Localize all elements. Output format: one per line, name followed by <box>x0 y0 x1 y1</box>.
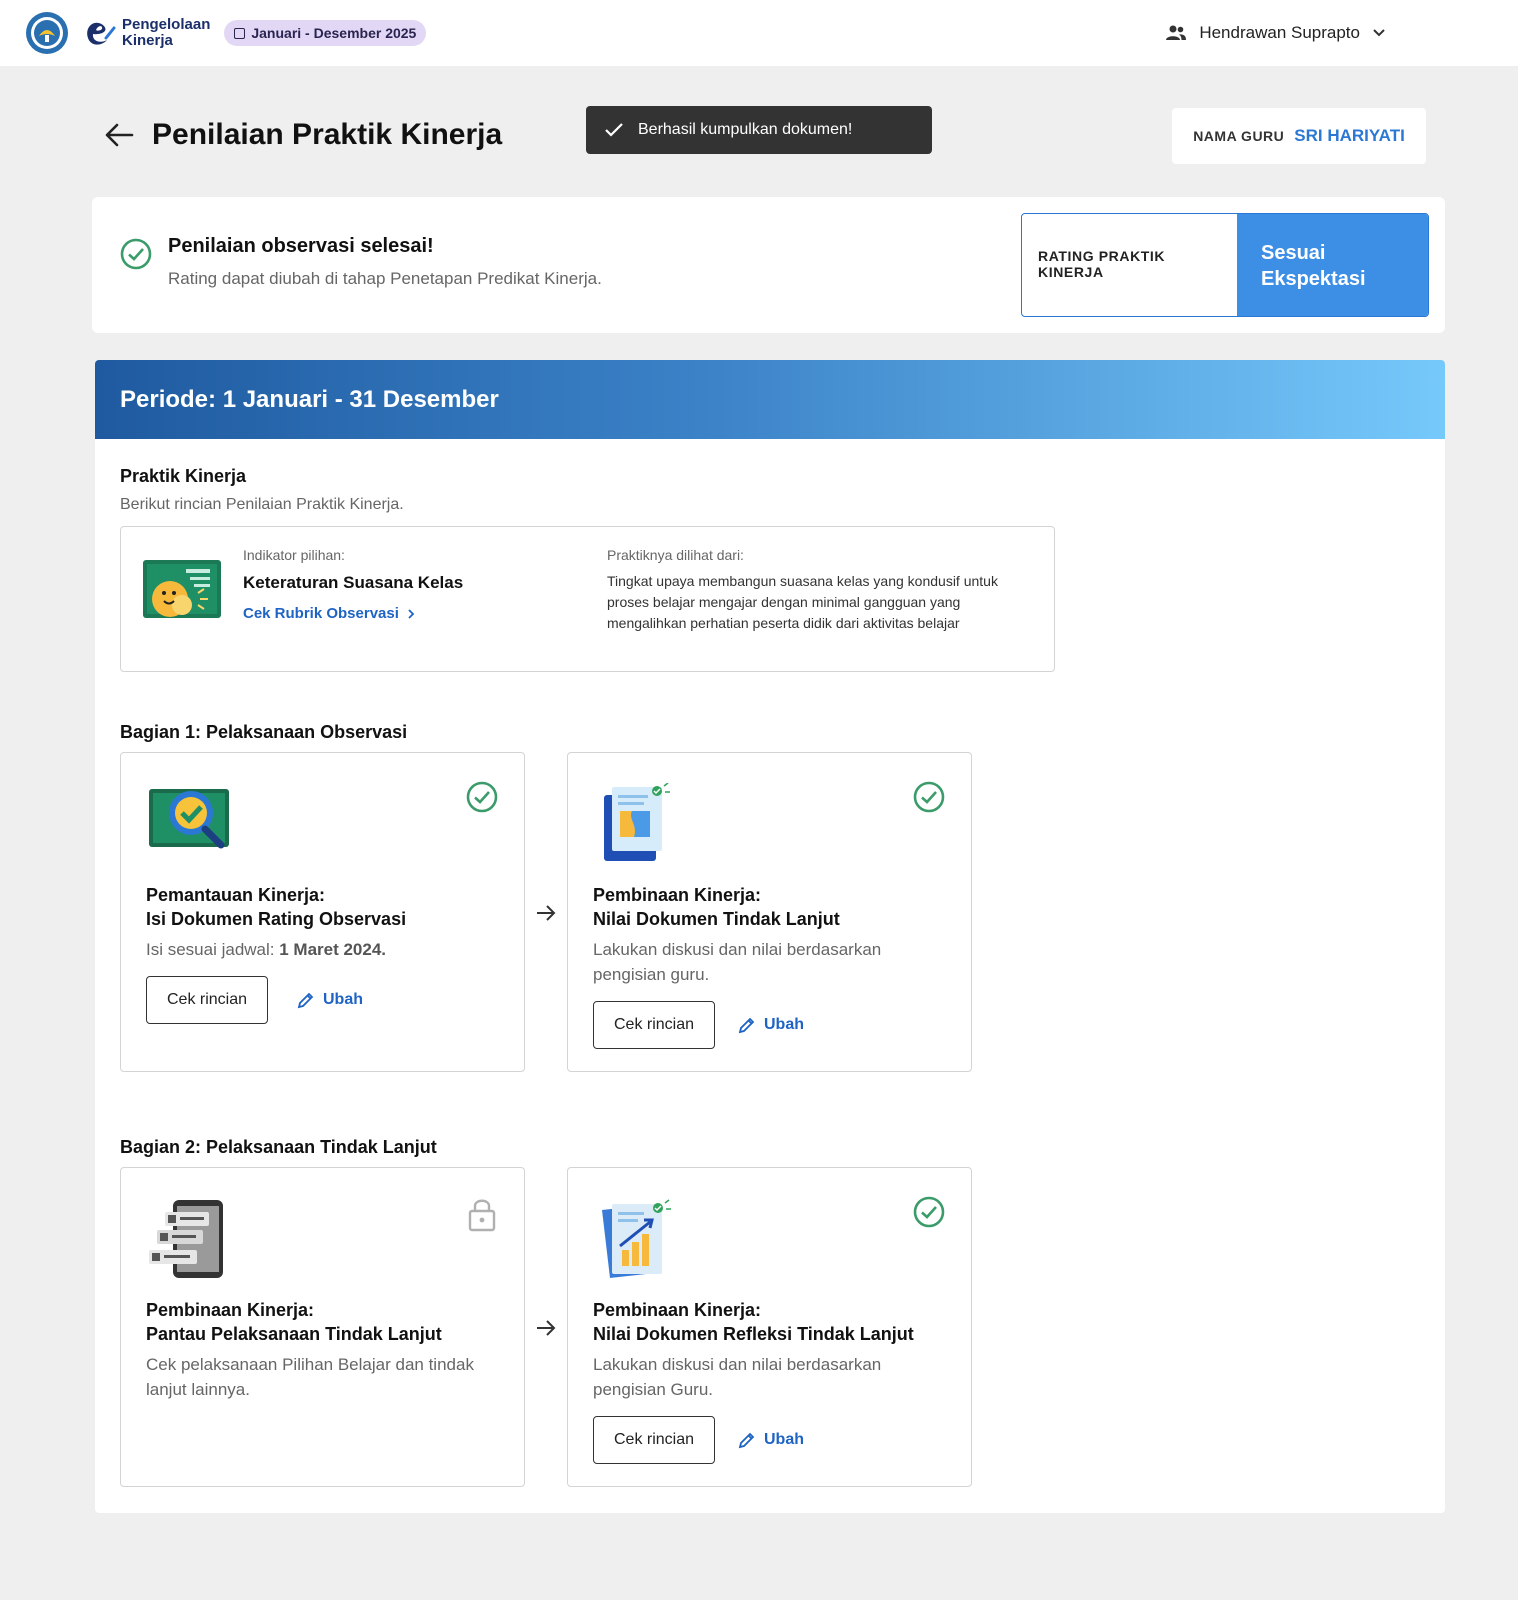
success-toast: Berhasil kumpulkan dokumen! <box>586 106 932 154</box>
practice-title: Praktik Kinerja <box>120 466 247 486</box>
ministry-logo <box>26 12 68 54</box>
checklist-phone-illustration-icon <box>149 1200 223 1278</box>
pencil-icon <box>738 1017 755 1034</box>
rating-box: RATING PRAKTIK KINERJA Sesuai Ekspektasi <box>1021 213 1429 317</box>
app-logo-icon <box>87 22 116 45</box>
chevron-right-icon <box>408 608 415 619</box>
user-name: Hendrawan Suprapto <box>1199 23 1360 42</box>
step-title: Pembinaan Kinerja: Nilai Dokumen Refleks… <box>593 1300 914 1344</box>
top-bar: Pengelolaan Kinerja Januari - Desember 2… <box>0 0 1518 66</box>
step-title: Pemantauan Kinerja: Isi Dokumen Rating O… <box>146 885 407 929</box>
period-banner: Periode: 1 Januari - 31 Desember <box>95 360 1445 439</box>
period-chip[interactable]: Januari - Desember 2025 <box>224 20 427 46</box>
step-card-tindak-lanjut: Pembinaan Kinerja: Nilai Dokumen Tindak … <box>567 752 972 1072</box>
app-name: Pengelolaan Kinerja <box>122 16 211 49</box>
main-card: Periode: 1 Januari - 31 Desember Praktik… <box>95 360 1445 1513</box>
magnifier-check-illustration-icon <box>149 789 229 849</box>
step-title: Pembinaan Kinerja: Nilai Dokumen Tindak … <box>593 885 840 929</box>
part2-title: Bagian 2: Pelaksanaan Tindak Lanjut <box>120 1137 437 1157</box>
cek-rincian-button[interactable]: Cek rincian <box>146 976 268 1024</box>
page-title: Penilaian Praktik Kinerja <box>152 118 503 151</box>
indicator-name: Keteraturan Suasana Kelas <box>243 573 464 592</box>
step-desc: Lakukan diskusi dan nilai berdasarkan pe… <box>593 1355 882 1399</box>
step-card-refleksi-tindak-lanjut: Pembinaan Kinerja: Nilai Dokumen Refleks… <box>567 1167 972 1487</box>
indicator-box: Indikator pilihan: Keteraturan Suasana K… <box>120 526 1055 672</box>
pencil-icon <box>297 992 314 1009</box>
back-arrow-icon[interactable] <box>104 122 134 148</box>
part1-title: Bagian 1: Pelaksanaan Observasi <box>120 722 408 742</box>
teacher-name-box: NAMA GURU SRI HARIYATI <box>1172 108 1426 164</box>
practice-subtitle: Berikut rincian Penilaian Praktik Kinerj… <box>120 496 404 513</box>
step-title: Pembinaan Kinerja: Pantau Pelaksanaan Ti… <box>146 1300 442 1344</box>
lock-icon <box>468 1199 496 1232</box>
check-circle-icon <box>913 1196 945 1228</box>
cek-rincian-button[interactable]: Cek rincian <box>593 1001 715 1049</box>
ubah-button[interactable]: Ubah <box>738 1416 804 1464</box>
ubah-button[interactable]: Ubah <box>297 976 363 1024</box>
step-card-rating-observasi: Pemantauan Kinerja: Isi Dokumen Rating O… <box>120 752 525 1072</box>
pencil-icon <box>738 1432 755 1449</box>
seen-from-text: Tingkat upaya membangun suasana kelas ya… <box>607 573 998 631</box>
indicator-label: Indikator pilihan: <box>243 547 345 563</box>
status-subtitle: Rating dapat diubah di tahap Penetapan P… <box>168 269 602 288</box>
rating-label: RATING PRAKTIK KINERJA <box>1038 248 1166 280</box>
step-desc: Isi sesuai jadwal: 1 Maret 2024. <box>146 940 387 959</box>
chevron-down-icon <box>1373 29 1385 37</box>
status-title: Penilaian observasi selesai! <box>168 235 434 257</box>
step-desc: Lakukan diskusi dan nilai berdasarkan pe… <box>593 940 882 984</box>
step-card-pantau-tindak-lanjut: Pembinaan Kinerja: Pantau Pelaksanaan Ti… <box>120 1167 525 1487</box>
chart-document-illustration-icon <box>602 1199 671 1278</box>
calendar-icon <box>234 27 246 39</box>
user-menu[interactable]: Hendrawan Suprapto <box>1165 0 1386 66</box>
arrow-right-icon <box>537 1320 556 1336</box>
check-circle-icon <box>466 781 498 813</box>
check-circle-icon <box>120 238 152 270</box>
classroom-illustration-icon <box>143 560 221 618</box>
teacher-name: SRI HARIYATI <box>1294 126 1405 145</box>
app-logo[interactable]: Pengelolaan Kinerja <box>82 16 210 50</box>
users-icon <box>1166 25 1187 40</box>
check-icon <box>605 123 623 137</box>
document-review-illustration-icon <box>604 783 670 861</box>
ubah-button[interactable]: Ubah <box>738 1001 804 1049</box>
teacher-label: NAMA GURU <box>1193 128 1285 144</box>
check-circle-icon <box>913 781 945 813</box>
rubric-link[interactable]: Cek Rubrik Observasi <box>243 605 415 622</box>
page-header: Penilaian Praktik Kinerja <box>104 118 502 152</box>
arrow-right-icon <box>537 905 556 921</box>
toast-message: Berhasil kumpulkan dokumen! <box>638 121 853 138</box>
step-desc: Cek pelaksanaan Pilihan Belajar dan tind… <box>146 1355 474 1399</box>
status-card: Penilaian observasi selesai! Rating dapa… <box>92 197 1445 333</box>
rating-value: Sesuai Ekspektasi <box>1237 214 1428 316</box>
cek-rincian-button[interactable]: Cek rincian <box>593 1416 715 1464</box>
seen-from-label: Praktiknya dilihat dari: <box>607 547 744 563</box>
